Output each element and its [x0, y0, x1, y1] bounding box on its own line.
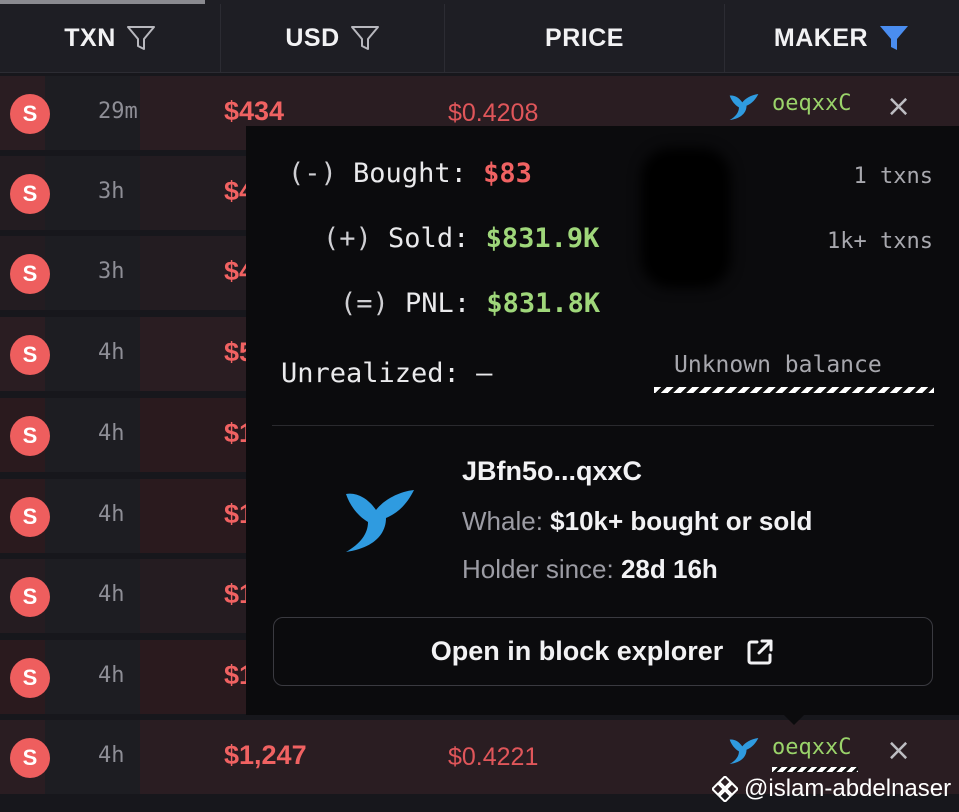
bought-txns: 1 txns — [853, 164, 933, 189]
sold-txns: 1k+ txns — [827, 229, 933, 254]
close-icon[interactable]: × — [886, 89, 911, 124]
whale-desc: $10k+ bought or sold — [550, 506, 813, 536]
divider — [272, 425, 934, 426]
txn-age: 3h — [98, 259, 125, 284]
maker-underline — [772, 767, 858, 772]
unknown-balance-underline — [654, 387, 934, 393]
txn-age: 4h — [98, 663, 125, 688]
filter-icon[interactable] — [350, 24, 380, 52]
sell-badge: S — [10, 738, 50, 778]
sell-badge-label: S — [22, 745, 38, 770]
sold-sign: (+) — [323, 223, 372, 254]
column-header-label: TXN — [64, 23, 116, 52]
column-header-maker[interactable]: MAKER — [725, 4, 959, 72]
maker-address[interactable]: oeqxxC — [772, 91, 851, 116]
sell-badge: S — [10, 577, 50, 617]
bought-sign: (-) — [288, 158, 337, 189]
wallet-address[interactable]: JBfn5o...qxxC — [462, 456, 642, 487]
whale-status: Whale: $10k+ bought or sold — [462, 506, 812, 537]
usd-value: $1,247 — [224, 740, 307, 770]
sell-badge: S — [10, 94, 50, 134]
column-header-price[interactable]: PRICE — [445, 4, 725, 72]
maker-address[interactable]: oeqxxC — [772, 735, 851, 760]
holder-value: 28d 16h — [620, 554, 718, 584]
popover-arrow — [784, 715, 804, 725]
pnl-stat: (=) PNL: $831.8K — [340, 288, 600, 319]
whale-icon — [342, 488, 418, 558]
txn-age: 4h — [98, 743, 125, 768]
whale-icon — [728, 93, 760, 125]
column-header-label: PRICE — [545, 23, 624, 52]
txn-age: 4h — [98, 340, 125, 365]
whale-label: Whale: — [462, 506, 543, 536]
pnl-sign: (=) — [340, 288, 389, 319]
txn-age: 4h — [98, 582, 125, 607]
open-block-explorer-button[interactable]: Open in block explorer — [273, 617, 933, 686]
pnl-label: PNL: — [405, 288, 471, 319]
whale-icon — [728, 737, 760, 769]
external-link-icon — [745, 637, 775, 667]
sell-badge: S — [10, 416, 50, 456]
sell-badge: S — [10, 497, 50, 537]
sold-label: Sold: — [388, 223, 470, 254]
sell-badge-label: S — [22, 181, 38, 206]
column-header-txn[interactable]: TXN — [0, 4, 221, 72]
watermark-text: @islam-abdelnaser — [744, 775, 952, 802]
maker-stats-popover: (-) Bought: $83 1 txns (+) Sold: $831.9K… — [246, 126, 959, 725]
sell-badge-label: S — [22, 101, 38, 126]
txn-age: 3h — [98, 179, 125, 204]
price-value: $0.4208 — [448, 99, 539, 127]
bought-stat: (-) Bought: $83 — [288, 158, 532, 189]
usd-value: $434 — [224, 96, 285, 126]
sell-badge-label: S — [22, 261, 38, 286]
bought-value: $83 — [483, 158, 532, 189]
sell-badge-label: S — [22, 584, 38, 609]
pnl-value: $831.8K — [486, 288, 601, 319]
column-header-label: USD — [285, 23, 340, 52]
txn-age: 4h — [98, 502, 125, 527]
watermark: @islam-abdelnaser — [712, 775, 951, 803]
sell-badge: S — [10, 335, 50, 375]
sell-badge: S — [10, 254, 50, 294]
txn-age: 29m — [98, 99, 138, 124]
holder-label: Holder since: — [462, 554, 614, 584]
table-header: TXN USD PRICE MAKER — [0, 0, 959, 73]
sell-badge-label: S — [22, 504, 38, 529]
sell-badge: S — [10, 174, 50, 214]
sell-badge-label: S — [22, 423, 38, 448]
filter-active-icon[interactable] — [878, 23, 910, 53]
bought-label: Bought: — [353, 158, 467, 189]
unknown-balance: Unknown balance — [674, 352, 882, 378]
column-header-label: MAKER — [773, 23, 869, 52]
sell-badge: S — [10, 658, 50, 698]
sold-value: $831.9K — [485, 223, 600, 254]
sold-stat: (+) Sold: $831.9K — [323, 223, 599, 254]
unrealized-value: — — [476, 358, 493, 389]
sell-badge-label: S — [22, 342, 38, 367]
holder-since: Holder since: 28d 16h — [462, 554, 718, 585]
redacted-region — [641, 148, 731, 288]
open-block-explorer-label: Open in block explorer — [430, 636, 724, 666]
close-icon[interactable]: × — [886, 733, 911, 768]
column-header-usd[interactable]: USD — [221, 4, 445, 72]
sell-badge-label: S — [22, 665, 38, 690]
diamond-logo-icon — [712, 776, 738, 802]
unrealized-label: Unrealized: — [281, 358, 460, 389]
filter-icon[interactable] — [126, 24, 156, 52]
unrealized-stat: Unrealized: — — [281, 358, 492, 389]
price-value: $0.4221 — [448, 743, 539, 771]
txn-age: 4h — [98, 421, 125, 446]
